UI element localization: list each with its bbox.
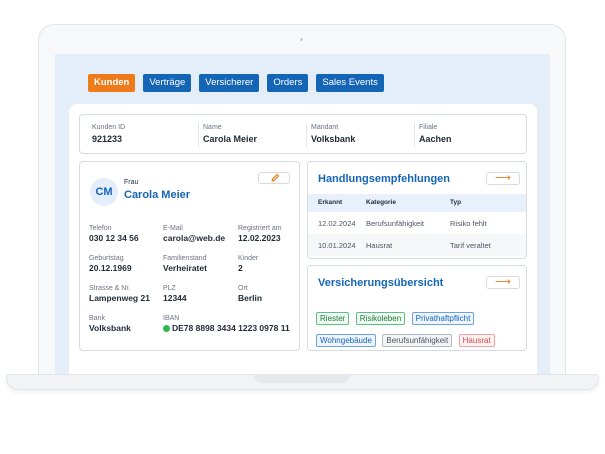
familienstand-label: Familienstand bbox=[163, 255, 207, 262]
telefon-value: 030 12 34 56 bbox=[89, 233, 139, 243]
name-label: Name bbox=[203, 124, 222, 131]
row-erkannt: 12.02.2024 bbox=[318, 219, 356, 228]
overview-open-button[interactable]: ⟶ bbox=[486, 276, 520, 289]
name-value: Carola Meier bbox=[203, 134, 258, 144]
col-typ: Typ bbox=[450, 199, 462, 206]
strasse-field: Strasse & Nr. Lampenweg 21 bbox=[89, 284, 150, 304]
nav-sales-events[interactable]: Sales Events bbox=[316, 74, 384, 92]
name-field: Name Carola Meier bbox=[198, 123, 257, 147]
strasse-label: Strasse & Nr. bbox=[89, 285, 131, 292]
insurance-tags: Riester Risikoleben Privathaftpflicht Wo… bbox=[316, 308, 522, 352]
laptop-mockup: Kunden Verträge Versicherer Orders Sales… bbox=[0, 0, 605, 454]
col-kategorie: Kategorie bbox=[366, 199, 396, 206]
tag-risikoleben[interactable]: Risikoleben bbox=[355, 312, 406, 325]
bank-label: Bank bbox=[89, 315, 105, 322]
row-typ: Risiko fehlt bbox=[450, 219, 487, 228]
arrow-right-icon: ⟶ bbox=[495, 276, 511, 288]
strasse-value: Lampenweg 21 bbox=[89, 293, 150, 303]
email-field: E-Mail carola@web.de bbox=[163, 224, 225, 244]
customer-panel: Kunden ID 921233 Name Carola Meier Manda… bbox=[69, 104, 537, 374]
telefon-field: Telefon 030 12 34 56 bbox=[89, 224, 139, 244]
plz-value: 12344 bbox=[163, 293, 187, 303]
tag-wohngebaeude[interactable]: Wohngebäude bbox=[316, 334, 376, 347]
tag-hausrat[interactable]: Hausrat bbox=[458, 334, 495, 347]
telefon-label: Telefon bbox=[89, 225, 112, 232]
row-typ: Tarif veraltet bbox=[450, 241, 491, 250]
tag-riester[interactable]: Riester bbox=[316, 312, 350, 325]
geburtstag-field: Geburtstag 20.12.1969 bbox=[89, 254, 132, 274]
edit-button[interactable] bbox=[258, 172, 290, 184]
familienstand-field: Familienstand Verheiratet bbox=[163, 254, 207, 274]
ort-label: Ort bbox=[238, 285, 248, 292]
col-erkannt: Erkannt bbox=[318, 199, 343, 206]
kunden-id-label: Kunden ID bbox=[92, 124, 126, 131]
recommendations-open-button[interactable]: ⟶ bbox=[486, 172, 520, 185]
row-erkannt: 10.01.2024 bbox=[318, 241, 356, 250]
familienstand-value: Verheiratet bbox=[163, 263, 207, 273]
registriert-field: Registriert am 12.02.2023 bbox=[238, 224, 282, 244]
overview-title: Versicherungsübersicht bbox=[318, 277, 444, 289]
nav-versicherer[interactable]: Versicherer bbox=[199, 74, 260, 92]
insurance-overview-card: Versicherungsübersicht ⟶ Riester Risikol… bbox=[307, 265, 527, 351]
nav-kunden[interactable]: Kunden bbox=[88, 74, 136, 92]
recommendations-table-header: Erkannt Kategorie Typ bbox=[308, 194, 526, 212]
ort-field: Ort Berlin bbox=[238, 284, 262, 304]
tag-berufsunfaehigkeit[interactable]: Berufsunfähigkeit bbox=[382, 334, 453, 347]
arrow-right-icon: ⟶ bbox=[495, 172, 511, 184]
pencil-icon bbox=[271, 174, 279, 182]
kinder-value: 2 bbox=[238, 263, 243, 273]
avatar: CM bbox=[90, 178, 118, 206]
tag-privathaftpflicht[interactable]: Privathaftpflicht bbox=[411, 312, 475, 325]
filiale-label: Filiale bbox=[419, 124, 438, 131]
main-nav: Kunden Verträge Versicherer Orders Sales… bbox=[88, 74, 384, 92]
iban-value: DE78 8898 3434 1223 0978 11 bbox=[172, 323, 290, 333]
plz-label: PLZ bbox=[163, 285, 176, 292]
customer-name: Carola Meier bbox=[124, 189, 191, 201]
geburtstag-value: 20.12.1969 bbox=[89, 263, 132, 273]
kinder-label: Kinder bbox=[238, 255, 259, 262]
kunden-id-field: Kunden ID 921233 bbox=[88, 123, 125, 145]
registriert-label: Registriert am bbox=[238, 225, 282, 232]
ort-value: Berlin bbox=[238, 293, 263, 303]
iban-verified-icon bbox=[163, 325, 170, 332]
laptop-notch bbox=[254, 374, 350, 383]
salutation: Frau bbox=[124, 179, 139, 186]
mandant-value: Volksbank bbox=[311, 134, 356, 144]
app-screen: Kunden Verträge Versicherer Orders Sales… bbox=[55, 54, 550, 374]
recommendations-title: Handlungsempfehlungen bbox=[318, 173, 450, 185]
customer-detail-card: CM Frau Carola Meier Telefon 030 12 34 5… bbox=[79, 161, 300, 351]
table-row[interactable]: 12.02.2024 Berufsunfähigkeit Risiko fehl… bbox=[308, 212, 526, 234]
nav-orders[interactable]: Orders bbox=[267, 74, 309, 92]
bank-field: Bank Volksbank bbox=[89, 314, 131, 334]
webcam bbox=[300, 38, 303, 41]
customer-summary-card: Kunden ID 921233 Name Carola Meier Manda… bbox=[79, 114, 527, 154]
kunden-id-value: 921233 bbox=[92, 134, 123, 144]
geburtstag-label: Geburtstag bbox=[89, 255, 124, 262]
iban-label: IBAN bbox=[163, 315, 180, 322]
nav-vertraege[interactable]: Verträge bbox=[143, 74, 192, 92]
plz-field: PLZ 12344 bbox=[163, 284, 187, 304]
filiale-value: Aachen bbox=[419, 134, 452, 144]
recommendations-card: Handlungsempfehlungen ⟶ Erkannt Kategori… bbox=[307, 161, 527, 259]
kinder-field: Kinder 2 bbox=[238, 254, 258, 274]
registriert-value: 12.02.2023 bbox=[238, 233, 281, 243]
iban-value-row: DE78 8898 3434 1223 0978 11 bbox=[163, 323, 290, 334]
iban-field: IBAN DE78 8898 3434 1223 0978 11 bbox=[163, 314, 290, 334]
mandant-field: Mandant Volksbank bbox=[306, 123, 355, 147]
email-label: E-Mail bbox=[163, 225, 183, 232]
row-kategorie: Berufsunfähigkeit bbox=[366, 219, 424, 228]
filiale-field: Filiale Aachen bbox=[414, 123, 452, 147]
bank-value: Volksbank bbox=[89, 323, 131, 333]
email-value: carola@web.de bbox=[163, 233, 226, 243]
row-kategorie: Hausrat bbox=[366, 241, 393, 250]
mandant-label: Mandant bbox=[311, 124, 339, 131]
table-row[interactable]: 10.01.2024 Hausrat Tarif veraltet bbox=[308, 234, 526, 256]
